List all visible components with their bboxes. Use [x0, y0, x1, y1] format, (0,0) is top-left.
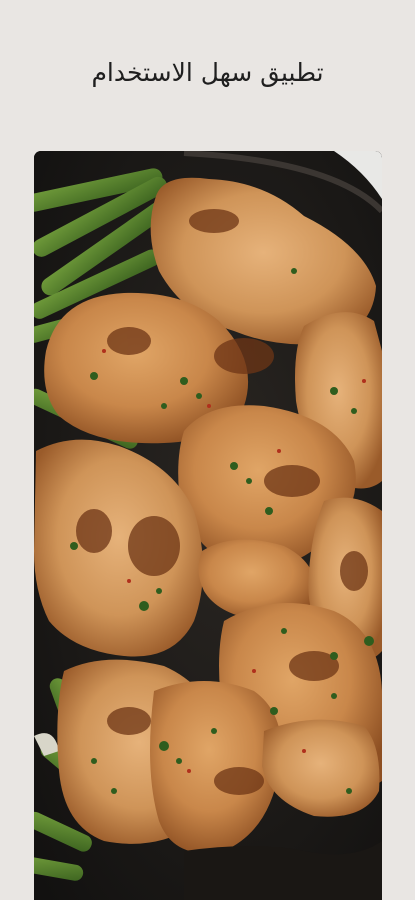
screenshot-headline: تطبيق سهل الاستخدام [91, 58, 324, 87]
chicken-skillet-illustration [34, 151, 382, 900]
food-photo [34, 151, 382, 900]
store-screenshot: تطبيق سهل الاستخدام [0, 0, 415, 900]
